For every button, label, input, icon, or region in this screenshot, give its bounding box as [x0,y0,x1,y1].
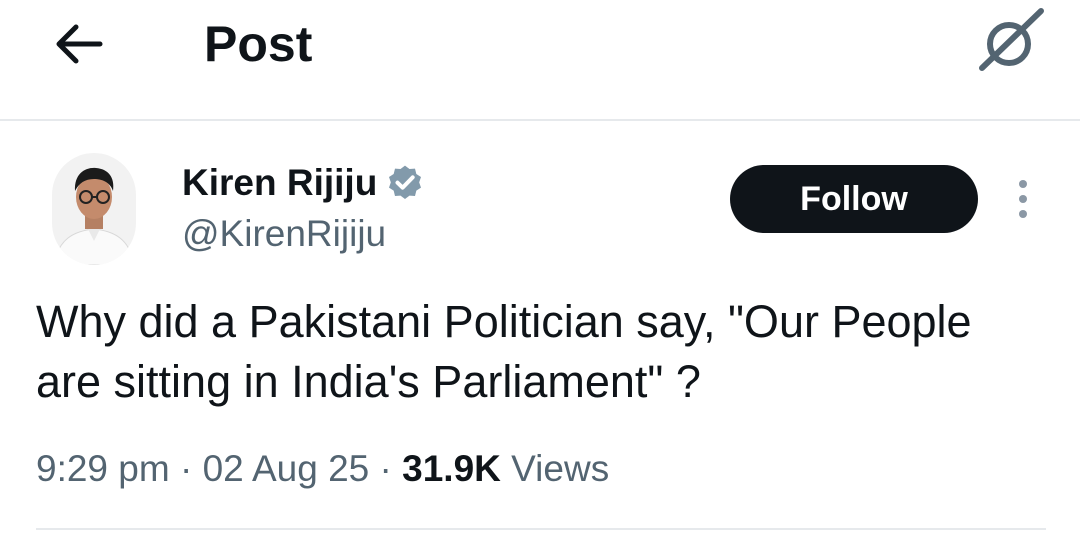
verified-badge-icon [389,165,422,199]
more-options-icon[interactable] [1012,177,1034,225]
meta-separator: · [179,448,193,489]
avatar[interactable] [52,153,136,265]
header-divider [0,119,1080,121]
author-name[interactable]: Kiren Rijiju [182,162,377,204]
top-bar: Post [0,0,1080,120]
follow-button[interactable]: Follow [730,165,978,233]
post-divider [36,528,1046,530]
post-time[interactable]: 9:29 pm [36,448,170,489]
author-name-row[interactable]: Kiren Rijiju [182,160,425,206]
post-meta: 9:29 pm · 02 Aug 25 · 31.9K Views [36,444,609,494]
post-text: Why did a Pakistani Politician say, "Our… [36,296,972,407]
post-date[interactable]: 02 Aug 25 [203,448,370,489]
views-label[interactable]: Views [511,448,609,489]
arrow-left-icon[interactable] [50,18,110,70]
page-title: Post [204,16,313,72]
grok-icon[interactable] [975,8,1045,74]
meta-separator-2: · [379,448,392,489]
views-count[interactable]: 31.9K [402,448,501,489]
author-handle[interactable]: @KirenRijiju [182,211,386,257]
